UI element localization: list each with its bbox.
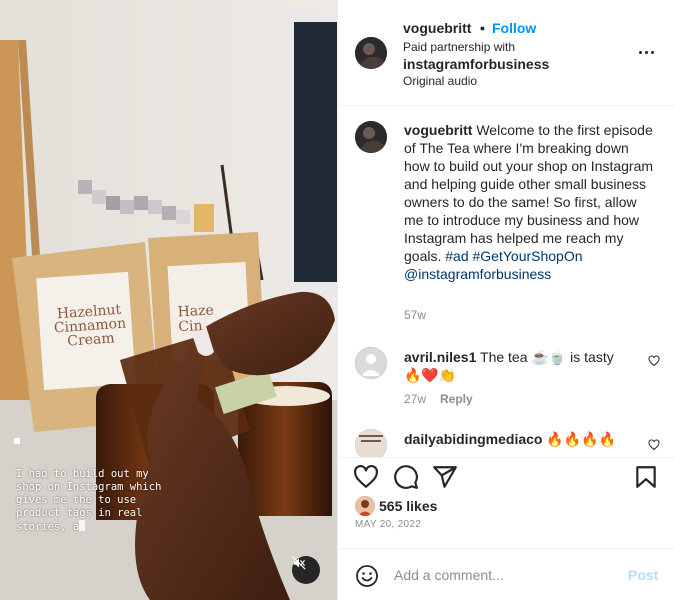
bookmark-icon[interactable] xyxy=(633,464,659,490)
caption-text: Welcome to the first episode of The Tea … xyxy=(404,122,654,264)
avatar[interactable] xyxy=(355,37,387,69)
post-date[interactable]: MAY 20, 2022 xyxy=(355,519,421,530)
caption-username[interactable]: voguebritt xyxy=(404,122,472,138)
mention-link[interactable]: @instagramforbusiness xyxy=(404,266,551,282)
add-comment-input[interactable] xyxy=(394,563,614,587)
post-actions: 565 likes MAY 20, 2022 xyxy=(338,457,674,543)
author-username[interactable]: voguebritt xyxy=(403,20,471,36)
separator-dot: • xyxy=(480,20,485,36)
more-options-icon[interactable] xyxy=(634,44,658,60)
comment-timestamp[interactable]: 27w xyxy=(404,392,426,406)
brand-logo-icon xyxy=(355,429,387,457)
reply-button[interactable]: Reply xyxy=(440,392,473,406)
likes-count[interactable]: 565 likes xyxy=(379,498,437,514)
text-cursor xyxy=(79,520,86,531)
add-comment-bar: Post xyxy=(338,548,674,600)
product-bag-label-left: Hazelnut Cinnamon Cream xyxy=(39,302,142,351)
heart-icon[interactable] xyxy=(353,464,379,490)
comments-list[interactable]: voguebritt Welcome to the first episode … xyxy=(338,107,674,457)
original-audio-link[interactable]: Original audio xyxy=(403,74,477,88)
comment-icon[interactable] xyxy=(393,464,419,490)
comment-text: 🔥🔥🔥🔥 xyxy=(546,431,617,447)
partner-username-link[interactable]: instagramforbusiness xyxy=(403,56,549,72)
video-caption-overlay: I had to build out my shop on Instagram … xyxy=(16,468,176,534)
speaker-muted-icon xyxy=(292,556,306,570)
share-icon[interactable] xyxy=(432,464,458,490)
avatar[interactable] xyxy=(355,429,387,457)
post-header: voguebritt • Follow Paid partnership wit… xyxy=(338,0,674,106)
overlay-text: I had to build out my shop on Instagram … xyxy=(16,468,168,533)
default-avatar-icon xyxy=(356,348,386,378)
post-comment-button[interactable]: Post xyxy=(628,567,658,583)
profile-photo-icon xyxy=(355,121,387,153)
comment-username[interactable]: dailyabidingmediaco xyxy=(404,431,542,447)
comment-username[interactable]: avril.niles1 xyxy=(404,349,476,365)
paid-partnership-label: Paid partnership with xyxy=(403,40,516,54)
emoji-icon[interactable] xyxy=(355,564,379,588)
mute-toggle-button[interactable] xyxy=(292,556,320,584)
post-media-video[interactable]: Hazelnut Cinnamon Cream Haze Cin I had t… xyxy=(0,0,337,600)
hashtag-link[interactable]: #GetYourShopOn xyxy=(473,248,583,264)
profile-photo-icon xyxy=(355,496,375,516)
comment-item: avril.niles1 The tea ☕🍵 is tasty 🔥❤️👏 xyxy=(404,348,634,384)
follow-button[interactable]: Follow xyxy=(492,20,536,36)
like-comment-heart-icon[interactable] xyxy=(648,355,660,367)
avatar[interactable] xyxy=(355,347,387,379)
caption-timestamp[interactable]: 57w xyxy=(404,308,426,322)
profile-photo-icon xyxy=(355,37,387,69)
label-line: Cin xyxy=(177,318,204,336)
hashtag-link[interactable]: #ad xyxy=(445,248,468,264)
avatar[interactable] xyxy=(355,121,387,153)
post-caption: voguebritt Welcome to the first episode … xyxy=(404,121,654,283)
liker-avatar[interactable] xyxy=(355,496,375,516)
product-bag-label-right: Haze Cin xyxy=(177,302,229,336)
comment-item: dailyabidingmediaco 🔥🔥🔥🔥 xyxy=(404,431,616,448)
like-comment-heart-icon[interactable] xyxy=(648,439,660,451)
post-details-panel: voguebritt • Follow Paid partnership wit… xyxy=(337,0,674,600)
